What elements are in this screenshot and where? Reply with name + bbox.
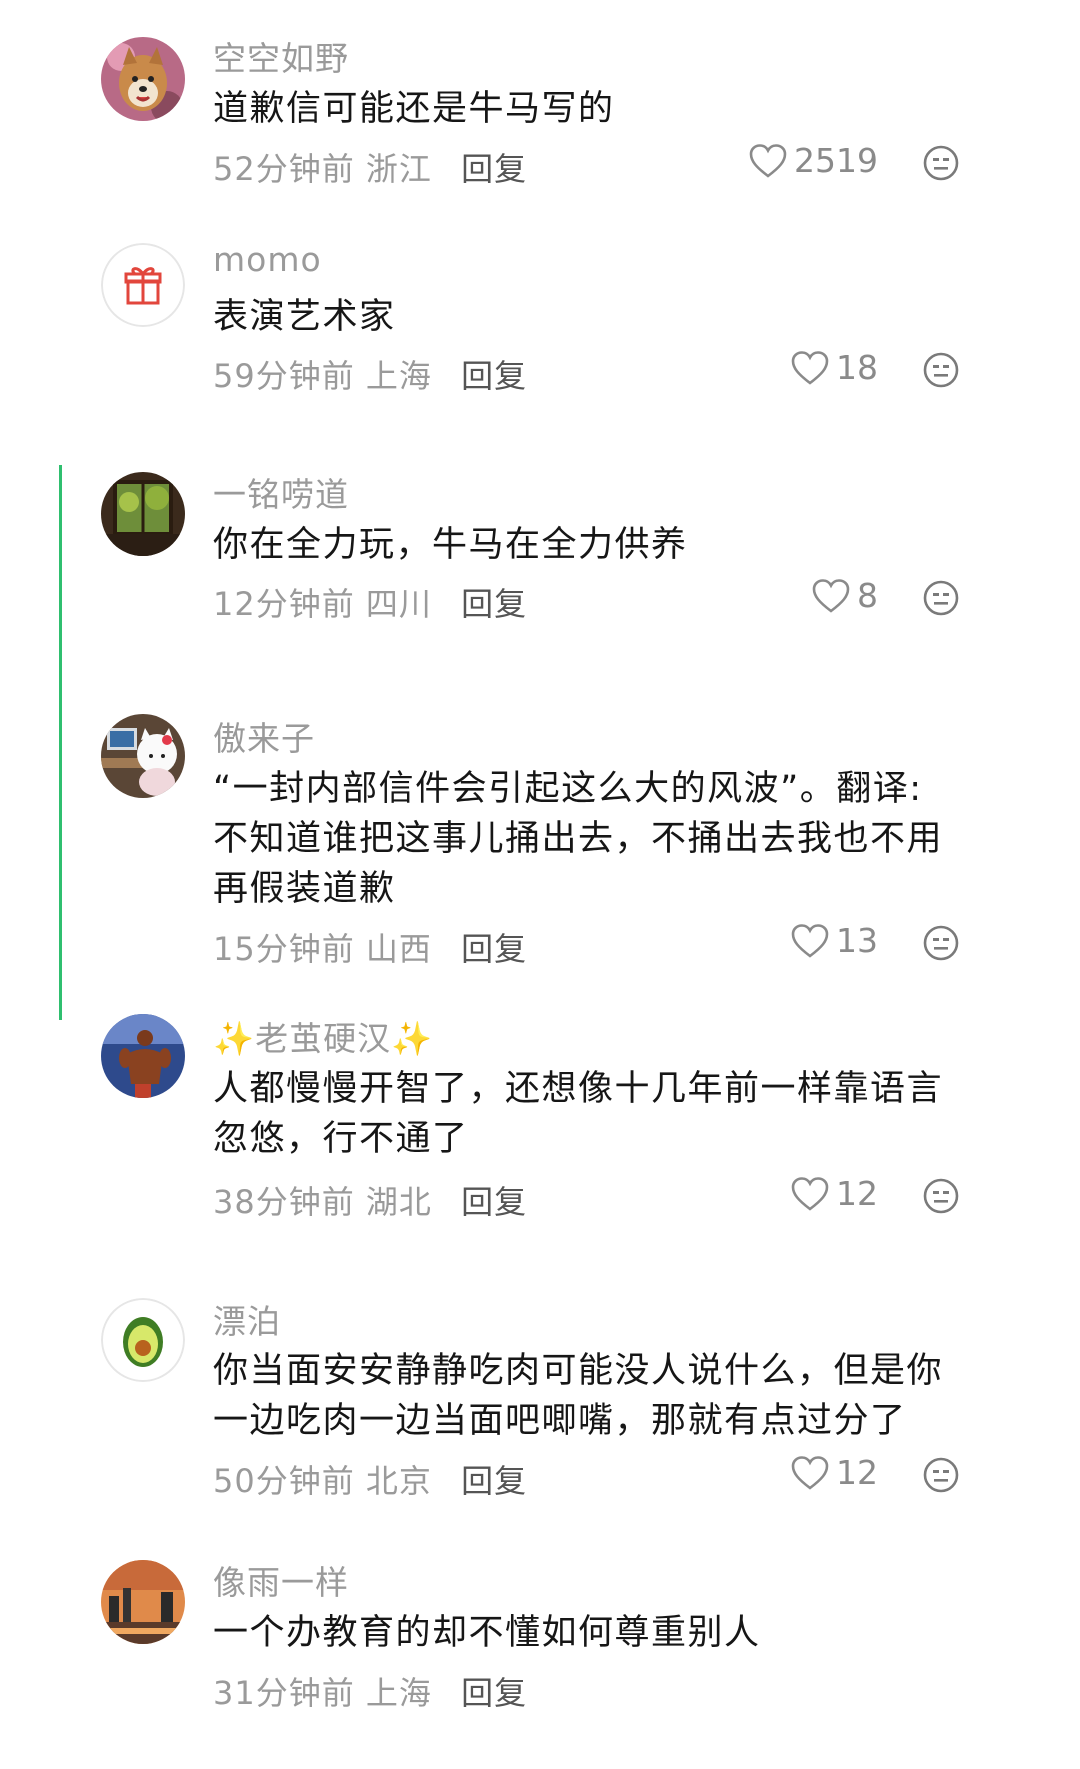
reply-button[interactable]: 回复 [461, 150, 527, 188]
bodybuilder-avatar-icon [101, 1014, 185, 1098]
timestamp: 50分钟前 [213, 1462, 355, 1500]
comment-text: 你当面安安静静吃肉可能没人说什么，但是你 一边吃肉一边当面吧唧嘴，那就有点过分了 [213, 1351, 944, 1441]
heart-icon [791, 350, 829, 385]
timestamp: 59分钟前 [213, 357, 355, 395]
avatar[interactable] [101, 472, 185, 556]
location: 北京 [365, 1462, 432, 1500]
comment-text: 道歉信可能还是牛马写的 [213, 89, 615, 129]
comment-text: 人都慢慢开智了，还想像十几年前一样靠语言 忽悠，行不通了 [213, 1069, 944, 1159]
sunset-city-avatar-icon [101, 1560, 185, 1644]
username[interactable]: 傲来子 [213, 712, 315, 760]
location: 四川 [365, 585, 432, 623]
avatar[interactable] [101, 243, 185, 327]
like-count: 13 [836, 921, 878, 960]
username[interactable]: momo [213, 240, 322, 279]
timestamp: 38分钟前 [213, 1183, 355, 1221]
reply-button[interactable]: 回复 [461, 1462, 527, 1500]
like-count: 12 [836, 1174, 878, 1213]
username[interactable]: 空空如野 [213, 32, 349, 80]
gift-avatar-icon [101, 243, 185, 327]
emoji-reaction-button[interactable] [922, 144, 960, 182]
comment-meta: 31分钟前 上海 回复 [213, 1668, 527, 1714]
timestamp: 31分钟前 [213, 1674, 355, 1712]
comment-text: “一封内部信件会引起这么大的风波”。翻译: 不知道谁把这事儿捅出去，不捅出去我也… [213, 769, 944, 909]
window-garden-avatar-icon [101, 472, 185, 556]
comment-meta: 50分钟前 北京 回复 [213, 1456, 527, 1502]
like-button[interactable]: 13 [790, 921, 878, 960]
location: 湖北 [365, 1183, 432, 1221]
reply-button[interactable]: 回复 [461, 1183, 527, 1221]
smiley-face-icon [923, 352, 959, 388]
bottom-fade-overlay [800, 1690, 1080, 1769]
reply-button[interactable]: 回复 [461, 585, 527, 623]
avatar[interactable] [101, 1298, 185, 1382]
timestamp: 15分钟前 [213, 930, 355, 968]
smiley-face-icon [923, 1457, 959, 1493]
avatar[interactable] [101, 1014, 185, 1098]
comment-meta: 15分钟前 山西 回复 [213, 924, 527, 970]
timestamp: 12分钟前 [213, 585, 355, 623]
heart-icon [812, 578, 850, 613]
avatar[interactable] [101, 1560, 185, 1644]
emoji-reaction-button[interactable] [922, 579, 960, 617]
comment-meta: 52分钟前 浙江 回复 [213, 144, 527, 190]
heart-icon [791, 923, 829, 958]
smiley-face-icon [923, 145, 959, 181]
username[interactable]: 漂泊 [213, 1295, 281, 1343]
location: 山西 [365, 930, 432, 968]
username[interactable]: ✨老茧硬汉✨ [213, 1012, 433, 1060]
location: 浙江 [365, 150, 432, 188]
heart-icon [791, 1176, 829, 1211]
emoji-reaction-button[interactable] [922, 1177, 960, 1215]
comment-meta: 38分钟前 湖北 回复 [213, 1177, 527, 1223]
avocado-avatar-icon [101, 1298, 185, 1382]
thread-indicator-line [59, 465, 62, 1020]
like-button[interactable]: 12 [790, 1453, 878, 1492]
timestamp: 52分钟前 [213, 150, 355, 188]
emoji-reaction-button[interactable] [922, 1456, 960, 1494]
location: 上海 [365, 1674, 432, 1712]
like-button[interactable]: 8 [811, 576, 878, 615]
hello-kitty-desk-avatar-icon [101, 714, 185, 798]
avatar[interactable] [101, 714, 185, 798]
location: 上海 [365, 357, 432, 395]
shiba-dog-avatar-icon [101, 37, 185, 121]
comment-meta: 12分钟前 四川 回复 [213, 579, 527, 625]
reply-button[interactable]: 回复 [461, 357, 527, 395]
username[interactable]: 像雨一样 [213, 1556, 349, 1604]
heart-icon [791, 1455, 829, 1490]
like-button[interactable]: 12 [790, 1174, 878, 1213]
comment-text: 一个办教育的却不懂如何尊重别人 [213, 1613, 761, 1653]
reply-button[interactable]: 回复 [461, 930, 527, 968]
like-count: 2519 [794, 141, 878, 180]
like-button[interactable]: 2519 [748, 141, 878, 180]
smiley-face-icon [923, 1178, 959, 1214]
like-count: 12 [836, 1453, 878, 1492]
comment-text: 表演艺术家 [213, 297, 396, 337]
smiley-face-icon [923, 580, 959, 616]
comment-text: 你在全力玩，牛马在全力供养 [213, 525, 688, 565]
like-count: 18 [836, 348, 878, 387]
like-count: 8 [857, 576, 878, 615]
comment-meta: 59分钟前 上海 回复 [213, 351, 527, 397]
username[interactable]: 一铭唠道 [213, 468, 349, 516]
emoji-reaction-button[interactable] [922, 351, 960, 389]
heart-icon [749, 143, 787, 178]
avatar[interactable] [101, 37, 185, 121]
like-button[interactable]: 18 [790, 348, 878, 387]
smiley-face-icon [923, 925, 959, 961]
emoji-reaction-button[interactable] [922, 924, 960, 962]
reply-button[interactable]: 回复 [461, 1674, 527, 1712]
